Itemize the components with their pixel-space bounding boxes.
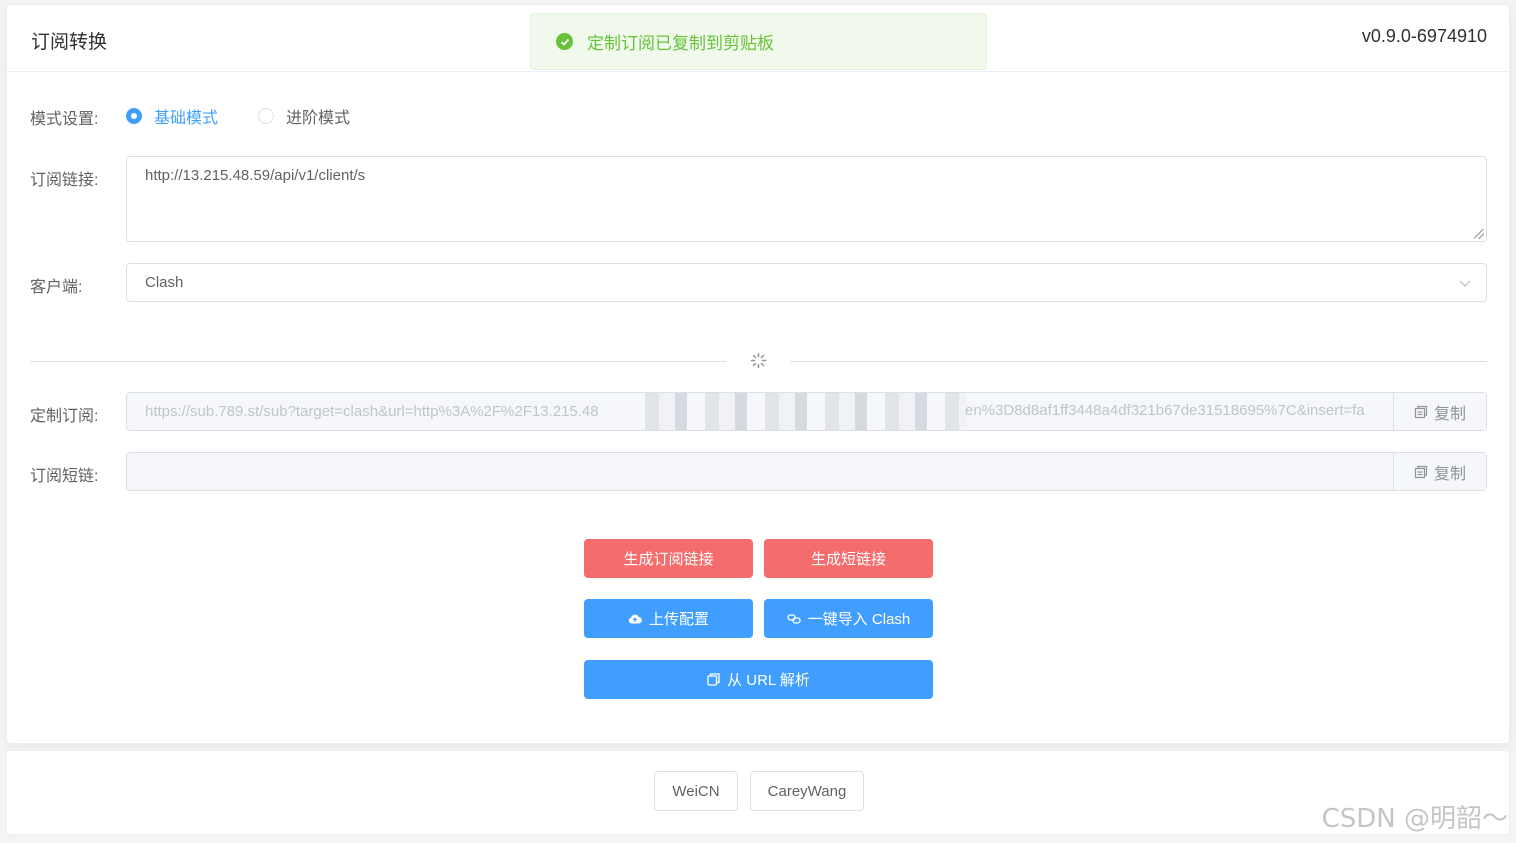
- footer-link-weicn[interactable]: WeiCN: [654, 771, 738, 811]
- copy-document-icon: [707, 673, 720, 686]
- version-label: v0.9.0-6974910: [1361, 26, 1487, 46]
- generate-sub-label: 生成订阅链接: [623, 551, 714, 568]
- toast-message: 定制订阅已复制到剪贴板: [587, 34, 774, 53]
- sub-url-label: 订阅链接:: [30, 172, 99, 189]
- copy-label: 复制: [1433, 405, 1466, 423]
- short-link-label: 订阅短链:: [30, 468, 99, 485]
- short-link-input-group: 复制: [126, 452, 1487, 491]
- generate-short-button[interactable]: 生成短链接: [764, 539, 933, 578]
- custom-sub-value-start: https://sub.789.st/sub?target=clash&url=…: [145, 403, 599, 420]
- success-toast: 定制订阅已复制到剪贴板: [530, 13, 987, 70]
- divider-left: [30, 361, 726, 362]
- mode-label: 模式设置:: [30, 111, 99, 128]
- generate-short-label: 生成短链接: [810, 551, 886, 568]
- short-link-input[interactable]: [127, 453, 1393, 490]
- import-clash-button[interactable]: 一键导入 Clash: [764, 599, 933, 638]
- copy-custom-sub-button[interactable]: 复制: [1393, 393, 1486, 430]
- divider-right: [790, 361, 1487, 362]
- client-selected-value: Clash: [145, 274, 184, 291]
- import-clash-label: 一键导入 Clash: [807, 611, 911, 628]
- parse-url-label: 从 URL 解析: [727, 672, 810, 689]
- client-label: 客户端:: [30, 279, 83, 296]
- sub-url-textarea[interactable]: http://13.215.48.59/api/v1/client/s: [126, 156, 1487, 242]
- copy-icon: [1414, 405, 1428, 418]
- chevron-down-icon: [1459, 280, 1471, 287]
- custom-sub-input-group: https://sub.789.st/sub?target=clash&url=…: [126, 392, 1487, 431]
- radio-label: 基础模式: [154, 110, 219, 127]
- client-select[interactable]: Clash: [126, 263, 1487, 302]
- copy-short-link-button[interactable]: 复制: [1393, 453, 1486, 490]
- watermark: CSDN @明韶～: [1321, 804, 1508, 834]
- copy-label: 复制: [1433, 465, 1466, 483]
- custom-sub-value-end: en%3D8d8af1ff3448a4df321b67de31518695%7C…: [965, 402, 1365, 419]
- custom-sub-input[interactable]: https://sub.789.st/sub?target=clash&url=…: [127, 393, 1393, 430]
- generate-sub-button[interactable]: 生成订阅链接: [584, 539, 753, 578]
- parse-url-button[interactable]: 从 URL 解析: [584, 660, 933, 699]
- radio-circle: [258, 108, 274, 124]
- loading-icon: [750, 352, 767, 369]
- resize-grip-icon[interactable]: [1474, 229, 1484, 239]
- main-card: 订阅转换 v0.9.0-6974910: [6, 4, 1510, 744]
- radio-advanced-mode[interactable]: 进阶模式: [258, 104, 350, 128]
- custom-sub-label: 定制订阅:: [30, 408, 99, 425]
- upload-config-button[interactable]: 上传配置: [584, 599, 753, 638]
- footer: WeiCN CareyWang: [6, 750, 1510, 835]
- sub-url-value: http://13.215.48.59/api/v1/client/s: [145, 167, 366, 184]
- page-title: 订阅转换: [31, 32, 108, 53]
- check-circle-icon: [556, 33, 573, 50]
- copy-icon: [1414, 465, 1428, 478]
- upload-config-label: 上传配置: [648, 611, 709, 628]
- radio-basic-mode[interactable]: 基础模式: [126, 104, 218, 128]
- link-icon: [787, 613, 801, 624]
- radio-circle: [126, 108, 142, 124]
- footer-link-careywang[interactable]: CareyWang: [750, 771, 864, 811]
- radio-label: 进阶模式: [286, 110, 351, 127]
- masked-region: [627, 393, 967, 430]
- cloud-upload-icon: [628, 614, 642, 624]
